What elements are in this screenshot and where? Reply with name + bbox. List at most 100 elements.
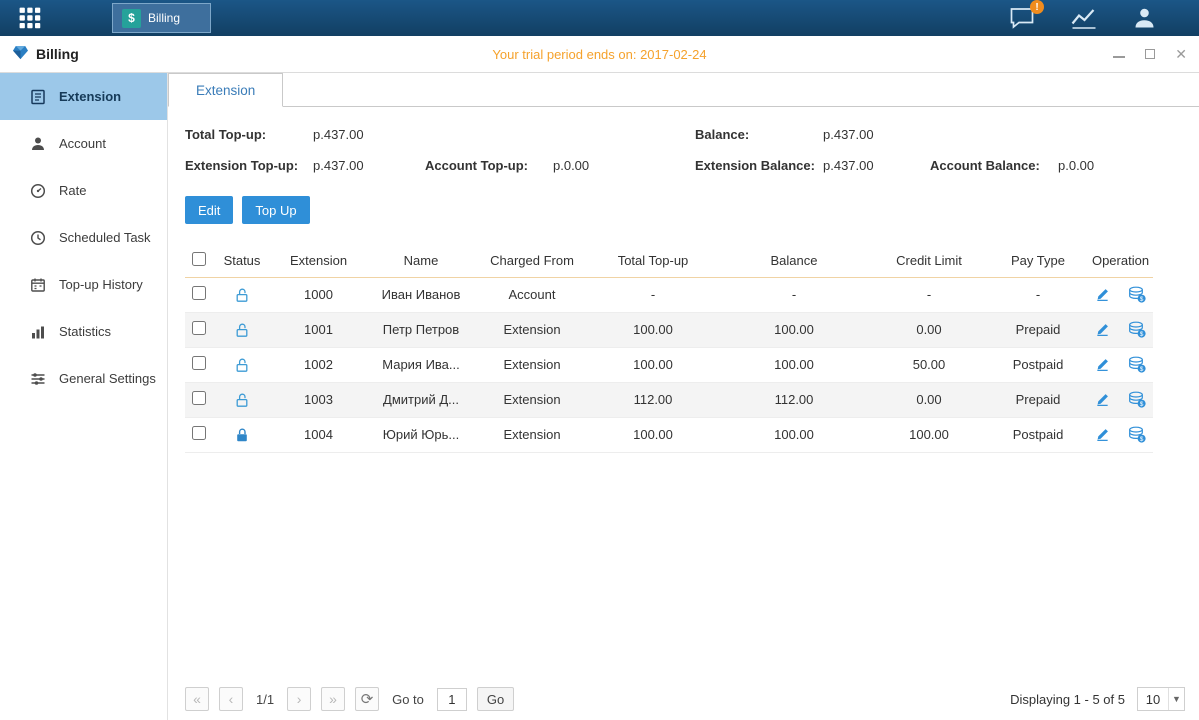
cell-total-topup: 100.00 [588,312,718,347]
top-up-button[interactable]: Top Up [242,196,309,224]
cell-balance: 112.00 [718,382,870,417]
bar-chart-icon [30,324,46,340]
account-icon [30,136,46,152]
action-buttons: Edit Top Up [185,196,1199,224]
cell-name: Иван Иванов [366,277,476,312]
user-account-icon[interactable] [1132,6,1157,30]
extension-icon [30,89,46,105]
table-row[interactable]: 1004 Юрий Юрь... Extension 100.00 100.00… [185,417,1153,452]
header-status: Status [213,244,271,277]
cell-name: Петр Петров [366,312,476,347]
next-page-icon[interactable]: › [287,687,311,711]
notification-badge: ! [1030,0,1044,14]
select-all-checkbox[interactable] [192,252,206,266]
cell-extension: 1000 [271,277,366,312]
cell-balance: 100.00 [718,417,870,452]
edit-row-icon[interactable] [1095,427,1110,442]
notifications-icon[interactable]: ! [1009,6,1036,30]
billing-gem-icon [12,45,29,63]
sidebar: Extension Account Rate Scheduled Task To… [0,73,168,720]
extensions-table: Status Extension Name Charged From Total… [185,244,1153,453]
billing-app-tab[interactable]: $ Billing [112,3,211,33]
main-panel: Extension Total Top-up:p.437.00 Balance:… [168,73,1199,720]
table-row[interactable]: 1001 Петр Петров Extension 100.00 100.00… [185,312,1153,347]
cell-pay-type: Prepaid [988,312,1088,347]
billing-summary: Total Top-up:p.437.00 Balance:p.437.00 E… [168,107,1199,173]
calendar-icon [30,277,46,293]
app-launcher-icon[interactable] [0,7,60,30]
sidebar-item-general-settings[interactable]: General Settings [0,355,167,402]
dollar-icon: $ [122,9,141,28]
first-page-icon[interactable]: « [185,687,209,711]
cell-credit-limit: 0.00 [870,382,988,417]
svg-text:$: $ [1140,401,1144,408]
trial-notice: Your trial period ends on: 2017-02-24 [232,47,967,62]
close-icon[interactable]: ✕ [1175,47,1187,61]
topup-row-icon[interactable]: $ [1128,391,1146,408]
header-credit-limit: Credit Limit [870,244,988,277]
edit-row-icon[interactable] [1095,357,1110,372]
sidebar-item-rate[interactable]: Rate [0,167,167,214]
table-row[interactable]: 1000 Иван Иванов Account - - - - $ [185,277,1153,312]
row-checkbox[interactable] [192,426,206,440]
cell-charged-from: Extension [476,347,588,382]
sidebar-item-extension[interactable]: Extension [0,73,167,120]
cell-charged-from: Account [476,277,588,312]
go-button[interactable]: Go [477,687,514,711]
page-size-value: 10 [1138,692,1168,707]
row-checkbox[interactable] [192,391,206,405]
sidebar-item-label: Top-up History [59,277,143,292]
cell-balance: 100.00 [718,347,870,382]
minimize-icon[interactable] [1113,50,1125,58]
page-indicator: 1/1 [256,692,274,707]
window-titlebar: Billing Your trial period ends on: 2017-… [0,36,1199,73]
billing-tab-label: Billing [148,11,180,25]
tab-strip: Extension [168,73,1199,107]
goto-page-input[interactable] [437,688,467,711]
topup-row-icon[interactable]: $ [1128,356,1146,373]
topup-row-icon[interactable]: $ [1128,426,1146,443]
reports-chart-icon[interactable] [1070,7,1098,30]
cell-pay-type: Prepaid [988,382,1088,417]
tab-extension[interactable]: Extension [168,73,283,107]
cell-charged-from: Extension [476,417,588,452]
top-navigation-bar: $ Billing ! [0,0,1199,36]
sidebar-item-account[interactable]: Account [0,120,167,167]
rate-icon [30,183,46,199]
table-row[interactable]: 1002 Мария Ива... Extension 100.00 100.0… [185,347,1153,382]
sidebar-item-topup-history[interactable]: Top-up History [0,261,167,308]
chevron-down-icon: ▼ [1168,688,1184,710]
cell-extension: 1001 [271,312,366,347]
page-size-select[interactable]: 10 ▼ [1137,687,1185,711]
displaying-text: Displaying 1 - 5 of 5 [1010,692,1125,707]
topup-row-icon[interactable]: $ [1128,321,1146,338]
unlocked-icon [235,288,250,303]
sidebar-item-scheduled-task[interactable]: Scheduled Task [0,214,167,261]
svg-text:$: $ [1140,331,1144,338]
last-page-icon[interactable]: » [321,687,345,711]
window-title: Billing [36,46,79,62]
row-checkbox[interactable] [192,321,206,335]
summary-extension-topup: Extension Top-up:p.437.00 [185,158,425,173]
row-checkbox[interactable] [192,356,206,370]
prev-page-icon[interactable]: ‹ [219,687,243,711]
edit-button[interactable]: Edit [185,196,233,224]
sidebar-item-statistics[interactable]: Statistics [0,308,167,355]
header-operation: Operation [1088,244,1153,277]
table-row[interactable]: 1003 Дмитрий Д... Extension 112.00 112.0… [185,382,1153,417]
maximize-icon[interactable] [1145,49,1155,59]
unlocked-icon [235,393,250,408]
cell-total-topup: 112.00 [588,382,718,417]
cell-credit-limit: 100.00 [870,417,988,452]
edit-row-icon[interactable] [1095,287,1110,302]
topup-row-icon[interactable]: $ [1128,286,1146,303]
refresh-icon[interactable]: ⟳ [355,687,379,711]
summary-total-topup: Total Top-up:p.437.00 [185,127,425,142]
row-checkbox[interactable] [192,286,206,300]
cell-name: Мария Ива... [366,347,476,382]
cell-pay-type: Postpaid [988,417,1088,452]
cell-pay-type: - [988,277,1088,312]
edit-row-icon[interactable] [1095,392,1110,407]
edit-row-icon[interactable] [1095,322,1110,337]
clock-icon [30,230,46,246]
